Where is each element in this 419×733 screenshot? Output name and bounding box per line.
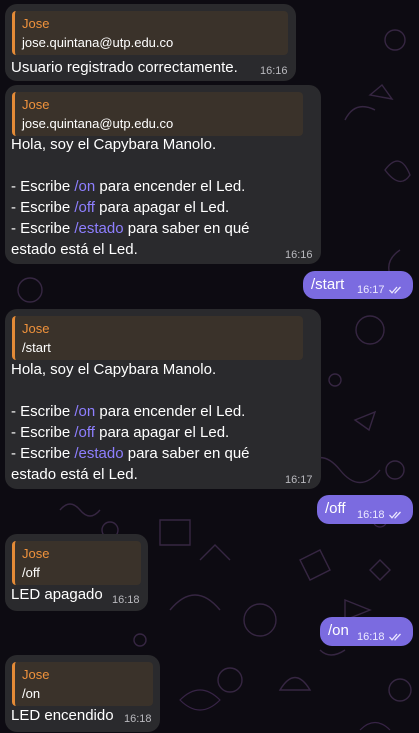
reply-quote[interactable]: Jose /on xyxy=(12,662,153,706)
reply-quote[interactable]: Jose /start xyxy=(12,316,303,360)
reply-sender-name: Jose xyxy=(22,546,50,561)
message-time: 16:17 xyxy=(357,284,385,296)
instruction-line: - Escribe /off para apagar el Led. xyxy=(11,424,230,441)
message-time: 16:16 xyxy=(285,249,313,261)
message-bubble-outgoing[interactable]: /off 16:18 xyxy=(317,495,413,524)
reply-quote[interactable]: Jose jose.quintana@utp.edu.co xyxy=(12,92,303,136)
command-link-off[interactable]: /off xyxy=(74,199,95,216)
instruction-line-continued: estado está el Led. xyxy=(11,241,138,258)
message-text: Usuario registrado correctamente. xyxy=(11,59,238,76)
reply-quoted-text: /off xyxy=(22,565,40,580)
message-time: 16:18 xyxy=(357,509,385,521)
message-bubble-incoming[interactable]: Jose jose.quintana@utp.edu.co Usuario re… xyxy=(5,4,296,81)
reply-quoted-text: jose.quintana@utp.edu.co xyxy=(22,116,174,131)
command-link-off[interactable]: /off xyxy=(74,424,95,441)
message-text: LED apagado xyxy=(11,586,103,603)
command-link-estado[interactable]: /estado xyxy=(74,220,123,237)
message-bubble-incoming[interactable]: Jose /on LED encendido 16:18 xyxy=(5,655,160,732)
message-bubble-incoming[interactable]: Jose /start Hola, soy el Capybara Manolo… xyxy=(5,309,321,489)
reply-quote[interactable]: Jose jose.quintana@utp.edu.co xyxy=(12,11,288,55)
instruction-line-continued: estado está el Led. xyxy=(11,466,138,483)
command-link-on[interactable]: /on xyxy=(74,403,95,420)
message-time: 16:16 xyxy=(260,65,288,77)
reply-quoted-text: /on xyxy=(22,686,41,701)
instruction-line: - Escribe /on para encender el Led. xyxy=(11,403,246,420)
command-link-on[interactable]: /on xyxy=(74,178,95,195)
greeting-text: Hola, soy el Capybara Manolo. xyxy=(11,361,217,378)
message-time: 16:18 xyxy=(112,594,140,606)
reply-sender-name: Jose xyxy=(22,667,50,682)
double-check-icon xyxy=(389,633,401,641)
instruction-line: - Escribe /estado para saber en qué xyxy=(11,220,250,237)
reply-sender-name: Jose xyxy=(22,97,50,112)
message-text: /on xyxy=(328,622,349,639)
double-check-icon xyxy=(389,511,401,519)
command-link-estado[interactable]: /estado xyxy=(74,445,123,462)
reply-quoted-text: jose.quintana@utp.edu.co xyxy=(22,35,174,50)
message-bubble-incoming[interactable]: Jose jose.quintana@utp.edu.co Hola, soy … xyxy=(5,85,321,264)
message-time: 16:18 xyxy=(124,713,152,725)
message-text: /off xyxy=(325,500,346,517)
message-text: /start xyxy=(311,276,345,293)
reply-sender-name: Jose xyxy=(22,16,50,31)
instruction-line: - Escribe /off para apagar el Led. xyxy=(11,199,230,216)
instruction-line: - Escribe /estado para saber en qué xyxy=(11,445,250,462)
reply-quoted-text: /start xyxy=(22,340,51,355)
message-bubble-incoming[interactable]: Jose /off LED apagado 16:18 xyxy=(5,534,148,611)
message-text: LED encendido xyxy=(11,707,114,724)
greeting-text: Hola, soy el Capybara Manolo. xyxy=(11,136,217,153)
instruction-line: - Escribe /on para encender el Led. xyxy=(11,178,246,195)
message-bubble-outgoing[interactable]: /on 16:18 xyxy=(320,617,413,646)
reply-sender-name: Jose xyxy=(22,321,50,336)
message-bubble-outgoing[interactable]: /start 16:17 xyxy=(303,271,413,299)
double-check-icon xyxy=(389,286,401,294)
message-time: 16:18 xyxy=(357,631,385,643)
reply-quote[interactable]: Jose /off xyxy=(12,541,141,585)
message-time: 16:17 xyxy=(285,474,313,486)
